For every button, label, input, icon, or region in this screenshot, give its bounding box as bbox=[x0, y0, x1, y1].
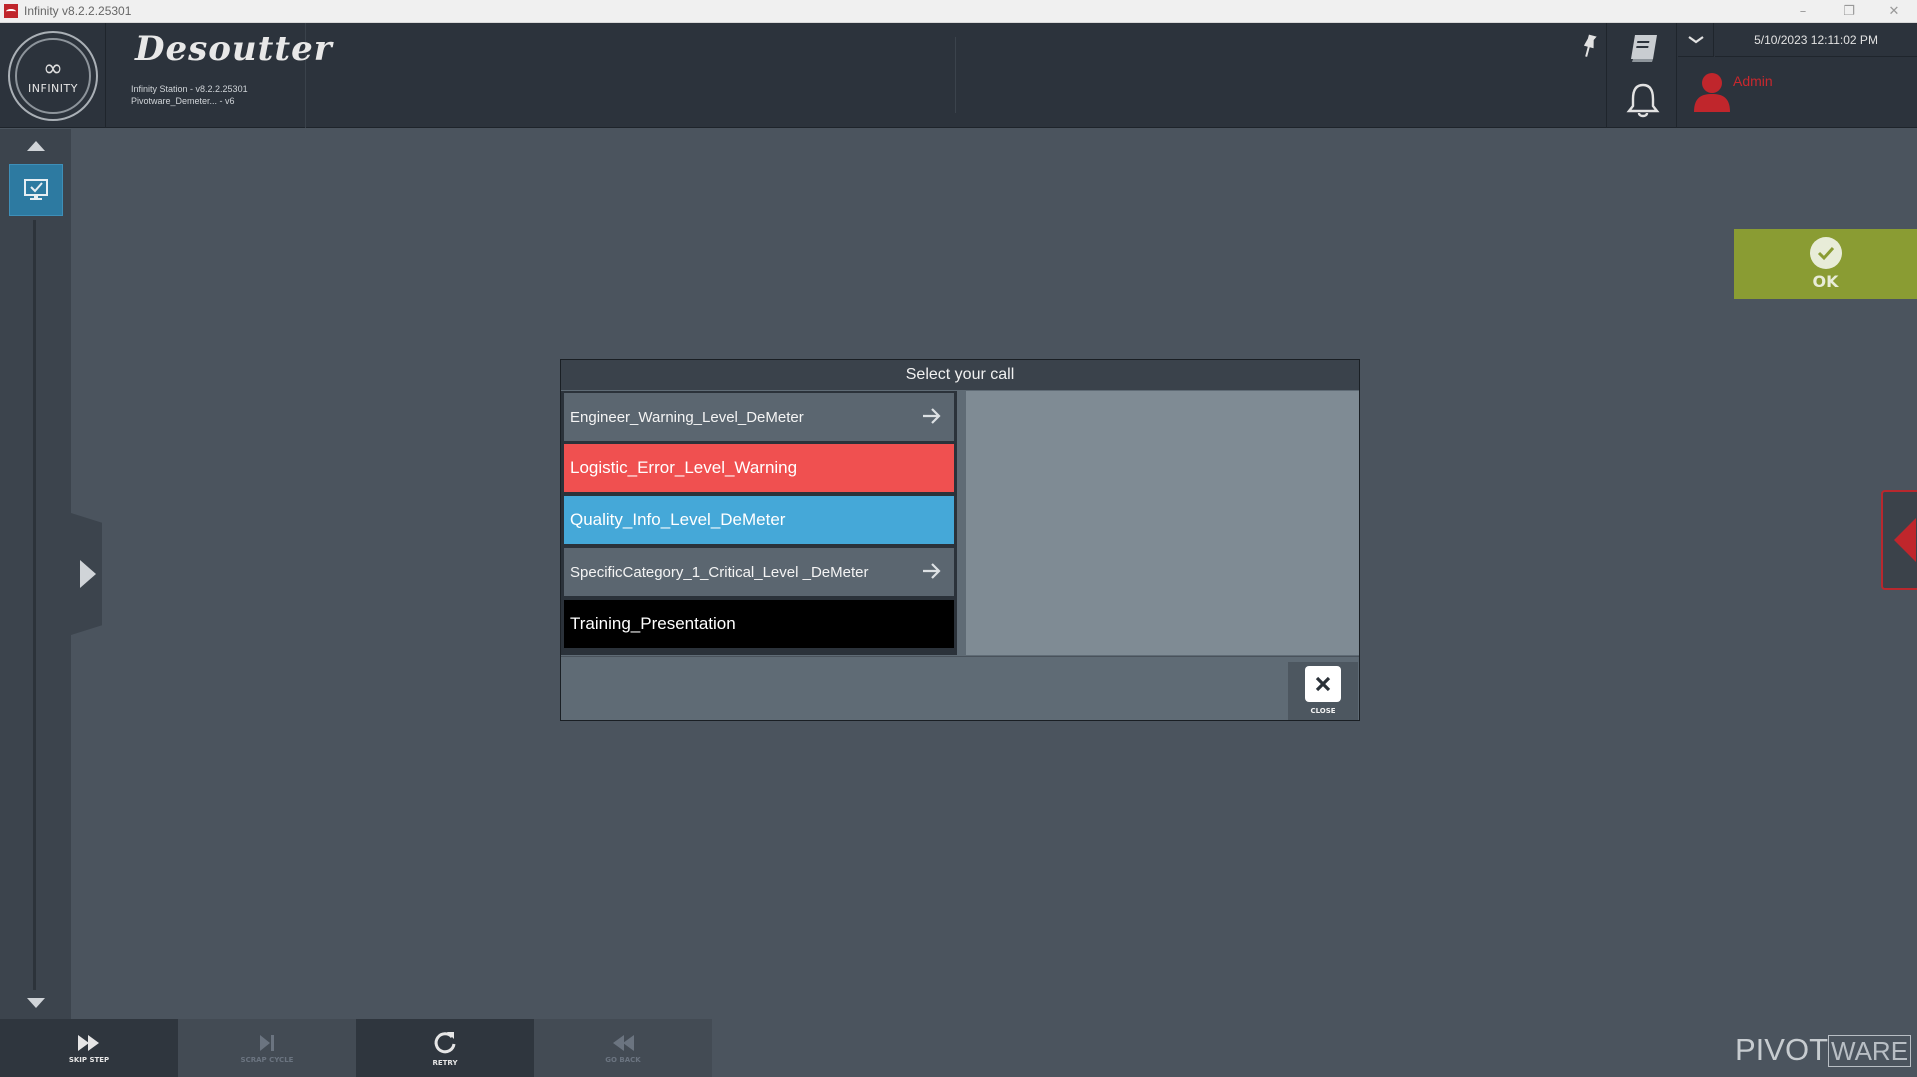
chevron-down-icon bbox=[1687, 35, 1704, 43]
header-icon-column bbox=[1606, 23, 1677, 128]
restore-button[interactable]: ❐ bbox=[1826, 0, 1872, 22]
go-back-label: GO BACK bbox=[605, 1055, 641, 1064]
station-version: Infinity Station - v8.2.2.25301 bbox=[131, 84, 248, 94]
window-title: Infinity v8.2.2.25301 bbox=[24, 4, 132, 18]
user-name: Admin bbox=[1733, 73, 1773, 89]
step-item-monitor[interactable] bbox=[9, 164, 63, 216]
scroll-down-icon[interactable] bbox=[27, 998, 45, 1008]
scrap-cycle-button[interactable]: SCRAP CYCLE bbox=[178, 1019, 356, 1077]
pivotware-logo: PIVOT WARE bbox=[1735, 1032, 1912, 1068]
minimize-button[interactable]: – bbox=[1780, 0, 1826, 22]
retry-icon bbox=[434, 1031, 456, 1053]
dialog-title: Select your call bbox=[561, 360, 1359, 390]
datetime-display: 5/10/2023 12:11:02 PM bbox=[1715, 23, 1917, 57]
retry-button[interactable]: RETRY bbox=[356, 1019, 534, 1077]
expand-panel-button[interactable] bbox=[71, 513, 102, 635]
infinity-logo-text: INFINITY bbox=[28, 82, 78, 95]
call-item-label: Logistic_Error_Level_Warning bbox=[570, 458, 798, 477]
call-detail-panel bbox=[966, 391, 1359, 655]
infinity-ring-icon: ∞ INFINITY bbox=[8, 31, 98, 121]
infinity-logo: ∞ INFINITY bbox=[0, 23, 106, 128]
call-item-specific-category[interactable]: SpecificCategory_1_Critical_Level _DeMet… bbox=[564, 548, 954, 596]
header-divider bbox=[955, 37, 956, 113]
chevron-left-icon bbox=[1894, 518, 1916, 562]
bell-icon[interactable] bbox=[1625, 81, 1661, 119]
app-header: ∞ INFINITY Desoutter Infinity Station - … bbox=[0, 23, 1917, 128]
ok-button[interactable]: OK bbox=[1734, 229, 1917, 299]
skip-end-icon bbox=[260, 1034, 274, 1051]
window-titlebar: Infinity v8.2.2.25301 – ❐ ✕ bbox=[0, 0, 1917, 23]
scroll-up-icon[interactable] bbox=[27, 141, 45, 151]
call-item-logistic[interactable]: Logistic_Error_Level_Warning bbox=[564, 444, 954, 492]
app-icon bbox=[4, 4, 18, 18]
skip-step-button[interactable]: SKIP STEP bbox=[0, 1019, 178, 1077]
arrow-right-icon bbox=[923, 408, 941, 424]
skip-step-label: SKIP STEP bbox=[68, 1055, 110, 1064]
brand-block: Desoutter Infinity Station - v8.2.2.2530… bbox=[107, 23, 332, 128]
rewind-icon bbox=[613, 1034, 634, 1051]
call-list: Engineer_Warning_Level_DeMeter Logistic_… bbox=[561, 391, 957, 655]
ok-label: OK bbox=[1812, 272, 1839, 291]
arrow-right-icon bbox=[923, 563, 941, 579]
bottom-toolbar: SKIP STEP SCRAP CYCLE RETRY GO BACK bbox=[0, 1019, 712, 1077]
call-item-label: Engineer_Warning_Level_DeMeter bbox=[570, 408, 804, 426]
call-item-label: Training_Presentation bbox=[570, 614, 736, 633]
monitor-check-icon bbox=[24, 179, 48, 200]
close-label: CLOSE bbox=[1310, 707, 1336, 715]
pivotware-logo-part2: WARE bbox=[1828, 1035, 1912, 1067]
pin-icon[interactable] bbox=[1578, 33, 1600, 59]
call-item-quality[interactable]: Quality_Info_Level_DeMeter bbox=[564, 496, 954, 544]
header-expand-button[interactable] bbox=[1678, 23, 1714, 57]
infinity-symbol-icon: ∞ bbox=[43, 54, 63, 82]
fast-forward-icon bbox=[78, 1034, 99, 1051]
call-item-label: Quality_Info_Level_DeMeter bbox=[570, 510, 786, 529]
call-item-label: SpecificCategory_1_Critical_Level _DeMet… bbox=[570, 563, 869, 581]
book-icon[interactable] bbox=[1627, 32, 1661, 64]
step-timeline bbox=[33, 220, 36, 990]
brand-logo: Desoutter bbox=[135, 29, 333, 69]
go-back-button[interactable]: GO BACK bbox=[534, 1019, 712, 1077]
call-item-training[interactable]: Training_Presentation bbox=[564, 600, 954, 648]
scrap-cycle-label: SCRAP CYCLE bbox=[240, 1055, 294, 1064]
user-block[interactable]: Admin bbox=[1678, 58, 1917, 128]
pivotware-logo-part1: PIVOT bbox=[1735, 1032, 1829, 1067]
select-call-dialog: Select your call Engineer_Warning_Level_… bbox=[560, 359, 1360, 721]
right-panel-toggle[interactable] bbox=[1881, 490, 1917, 590]
close-dialog-button[interactable]: CLOSE bbox=[1288, 662, 1358, 720]
user-icon bbox=[1694, 73, 1730, 112]
close-window-button[interactable]: ✕ bbox=[1871, 0, 1917, 22]
call-item-engineer[interactable]: Engineer_Warning_Level_DeMeter bbox=[564, 393, 954, 441]
check-icon bbox=[1809, 237, 1842, 269]
retry-label: RETRY bbox=[432, 1058, 458, 1067]
project-version: Pivotware_Demeter... - v6 bbox=[131, 96, 235, 106]
step-navigator bbox=[0, 129, 71, 1019]
close-icon bbox=[1305, 666, 1341, 702]
chevron-right-icon bbox=[79, 560, 96, 588]
dialog-footer: CLOSE bbox=[561, 656, 1359, 720]
